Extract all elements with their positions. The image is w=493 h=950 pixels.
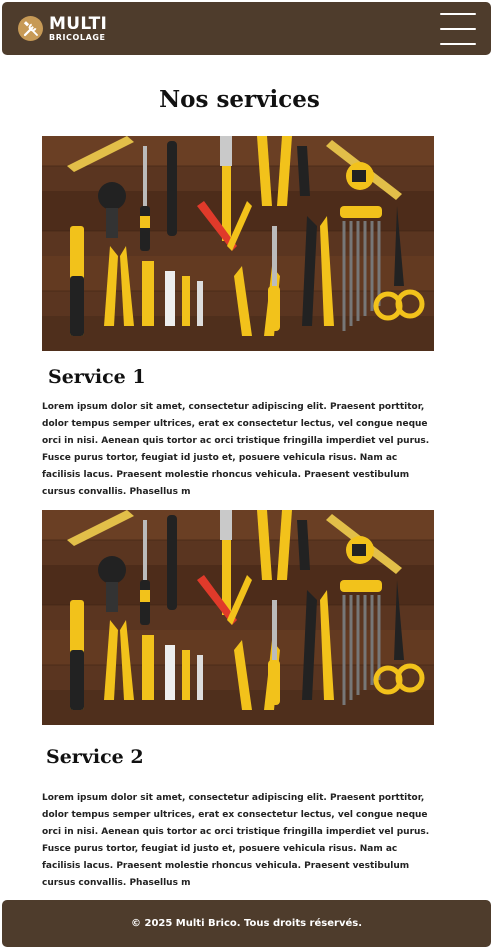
- logo-sub-text: BRICOLAGE: [49, 32, 106, 42]
- menu-bar: [440, 42, 476, 45]
- copyright-text: © 2025 Multi Brico. Tous droits réservés…: [131, 918, 362, 929]
- service-description: Lorem ipsum dolor sit amet, consectetur …: [42, 402, 430, 497]
- service-card-1: Service 1 Lorem ipsum dolor sit amet, co…: [42, 136, 434, 497]
- tools-icon: [18, 16, 43, 41]
- logo[interactable]: MULTI BRICOLAGE: [18, 13, 108, 42]
- tools-flatlay-image: [42, 510, 434, 725]
- service-description: Lorem ipsum dolor sit amet, consectetur …: [42, 793, 430, 888]
- logo-text: MULTI BRICOLAGE: [49, 13, 108, 42]
- site-footer: © 2025 Multi Brico. Tous droits réservés…: [2, 900, 491, 947]
- hamburger-menu-icon[interactable]: [440, 12, 476, 45]
- tools-flatlay-image: [42, 136, 434, 351]
- service-title: Service 2: [46, 746, 144, 768]
- site-header: MULTI BRICOLAGE: [2, 2, 491, 55]
- page-title: Nos services: [159, 86, 320, 113]
- service-title: Service 1: [48, 366, 146, 388]
- service-card-2: Service 2 Lorem ipsum dolor sit amet, co…: [42, 510, 434, 888]
- menu-bar: [440, 12, 476, 15]
- menu-bar: [440, 27, 476, 30]
- logo-main-text: MULTI: [49, 13, 108, 34]
